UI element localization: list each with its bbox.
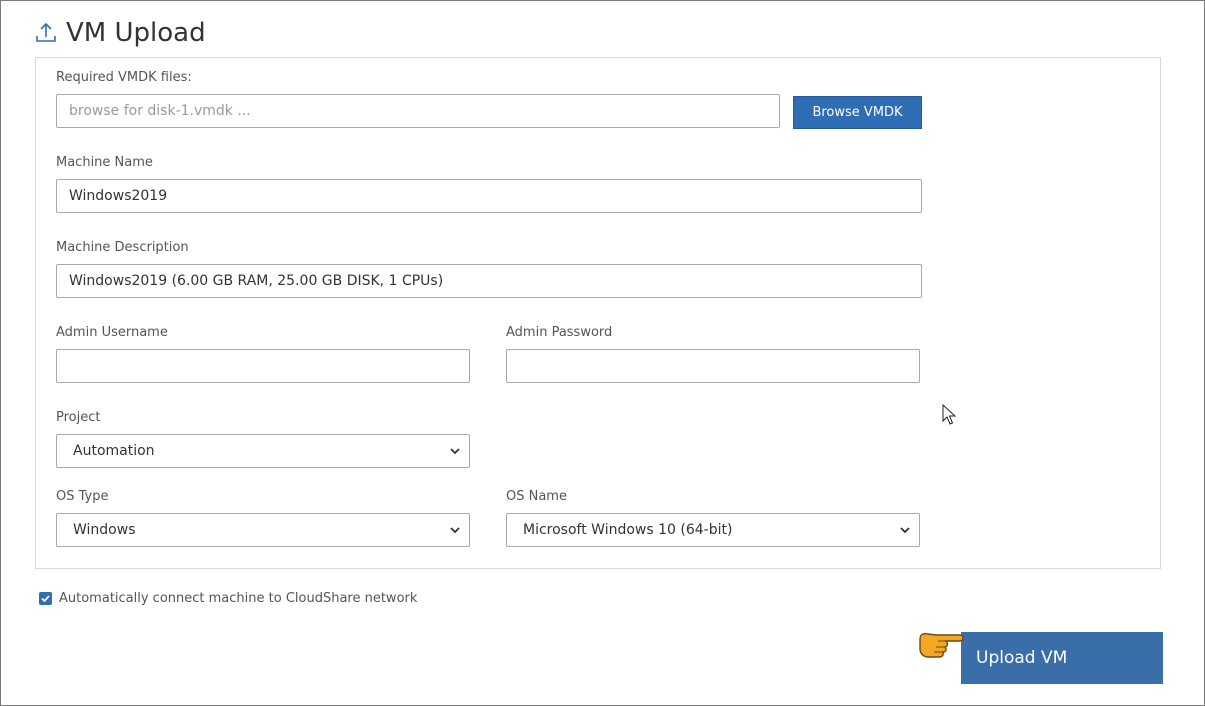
project-label: Project: [56, 410, 101, 425]
page-frame: VM Upload Required VMDK files: browse fo…: [0, 0, 1205, 706]
chevron-down-icon: [900, 527, 910, 534]
auto-connect-label: Automatically connect machine to CloudSh…: [59, 591, 418, 606]
upload-form-panel: Required VMDK files: browse for disk-1.v…: [35, 57, 1161, 569]
os-type-selected-value: Windows: [73, 522, 136, 538]
mouse-cursor-icon: [942, 404, 956, 425]
chevron-down-icon: [450, 448, 460, 455]
admin-password-label: Admin Password: [506, 325, 613, 340]
auto-connect-checkbox[interactable]: [39, 592, 52, 605]
chevron-down-icon: [450, 527, 460, 534]
admin-username-input[interactable]: [56, 349, 470, 383]
page-title: VM Upload: [66, 18, 206, 48]
os-name-select[interactable]: Microsoft Windows 10 (64-bit): [506, 513, 920, 547]
browse-vmdk-button[interactable]: Browse VMDK: [793, 96, 922, 129]
machine-description-input[interactable]: Windows2019 (6.00 GB RAM, 25.00 GB DISK,…: [56, 264, 922, 298]
machine-name-label: Machine Name: [56, 155, 153, 170]
os-name-selected-value: Microsoft Windows 10 (64-bit): [523, 522, 733, 538]
project-selected-value: Automation: [73, 443, 155, 459]
upload-icon: [34, 21, 58, 45]
upload-vm-button[interactable]: Upload VM: [961, 632, 1163, 684]
vmdk-file-input[interactable]: browse for disk-1.vmdk ...: [56, 94, 780, 128]
os-name-label: OS Name: [506, 489, 567, 504]
admin-username-label: Admin Username: [56, 325, 168, 340]
auto-connect-option[interactable]: Automatically connect machine to CloudSh…: [39, 591, 417, 606]
vmdk-files-label: Required VMDK files:: [56, 70, 192, 85]
hand-pointer-icon: [919, 632, 964, 658]
checkmark-icon: [41, 595, 50, 603]
page-header: VM Upload: [34, 15, 206, 51]
os-type-select[interactable]: Windows: [56, 513, 470, 547]
machine-name-input[interactable]: Windows2019: [56, 179, 922, 213]
machine-description-label: Machine Description: [56, 240, 189, 255]
admin-password-input[interactable]: [506, 349, 920, 383]
os-type-label: OS Type: [56, 489, 109, 504]
project-select[interactable]: Automation: [56, 434, 470, 468]
